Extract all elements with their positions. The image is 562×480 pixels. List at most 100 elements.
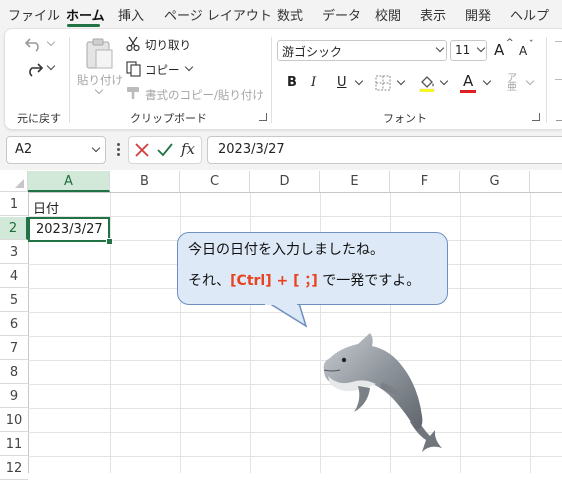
row-header-9[interactable]: 9 (0, 385, 28, 408)
alignment-launcher-icon[interactable] (556, 113, 562, 121)
font-color-dropdown-icon[interactable] (482, 76, 492, 86)
redo-dropdown-icon[interactable] (46, 61, 56, 71)
row-header-11[interactable]: 11 (0, 433, 28, 456)
column-header-c[interactable]: C (180, 171, 250, 192)
menu-bar: ファイル ホーム 挿入 ページ レイアウト 数式 データ 校閲 表示 開発 ヘル… (0, 0, 562, 27)
row-header-1[interactable]: 1 (0, 193, 28, 216)
tab-file[interactable]: ファイル (8, 5, 60, 24)
alignment-icon (555, 79, 562, 80)
shrink-font-arrow-icon: ˇ (529, 40, 534, 50)
column-header-d[interactable]: D (250, 171, 320, 192)
dolphin-image (323, 333, 442, 452)
copy-icon (126, 61, 141, 77)
row-header-2[interactable]: 2 (0, 217, 28, 240)
group-divider (546, 37, 547, 123)
enter-check-icon[interactable] (156, 142, 174, 158)
column-header-g[interactable]: G (460, 171, 530, 192)
format-painter-button[interactable]: 書式のコピー/貼り付け (145, 87, 264, 103)
name-box-value: A2 (15, 142, 33, 157)
font-color-button[interactable]: A (463, 72, 473, 90)
tab-review[interactable]: 校閲 (375, 5, 401, 24)
font-group-label: フォント (383, 112, 427, 125)
phonetic-guide-icon[interactable]: ア亜 (507, 74, 517, 93)
gridline (28, 360, 562, 361)
callout-line-1: 今日の日付を入力しましたね。 (188, 242, 384, 258)
callout-prefix: それ、 (188, 273, 231, 289)
cut-button[interactable]: 切り取り (145, 37, 191, 53)
header-divider (28, 192, 562, 193)
undo-group-label: 元に戻す (17, 112, 61, 125)
undo-icon[interactable] (23, 36, 45, 52)
tab-view[interactable]: 表示 (420, 5, 446, 24)
tab-developer[interactable]: 開発 (465, 5, 491, 24)
underline-dropdown-icon[interactable] (354, 76, 364, 86)
fill-color-icon[interactable] (418, 74, 436, 92)
paste-button[interactable]: 貼り付け (77, 72, 123, 88)
row-header-8[interactable]: 8 (0, 361, 28, 384)
gridline (28, 336, 562, 337)
name-box[interactable]: A2 (6, 136, 106, 164)
more-options-icon[interactable] (117, 143, 120, 157)
clipboard-launcher-icon[interactable] (259, 113, 267, 121)
undo-dropdown-icon[interactable] (46, 37, 56, 47)
clipboard-group-label: クリップボード (130, 112, 207, 125)
gridline (28, 432, 562, 433)
tab-data[interactable]: データ (322, 5, 361, 24)
formula-input[interactable]: 2023/3/27 (207, 136, 562, 164)
underline-button[interactable]: U (337, 75, 347, 90)
alignment-icon (555, 41, 562, 42)
grow-font-button[interactable]: A (494, 41, 504, 59)
row-header-10[interactable]: 10 (0, 409, 28, 432)
bold-button[interactable]: B (287, 75, 297, 90)
row-header-6[interactable]: 6 (0, 313, 28, 336)
shrink-font-button[interactable]: A (519, 44, 527, 58)
callout-tail-join (265, 303, 297, 305)
scissors-icon (126, 36, 140, 52)
gridline (530, 193, 531, 473)
row-header-5[interactable]: 5 (0, 289, 28, 312)
font-name-select[interactable]: 游ゴシック (277, 40, 447, 61)
font-launcher-icon[interactable] (532, 113, 540, 121)
callout-suffix: で一発ですよ。 (317, 273, 421, 289)
column-header-b[interactable]: B (110, 171, 180, 192)
italic-button[interactable]: I (311, 75, 316, 90)
tab-formulas[interactable]: 数式 (277, 5, 303, 24)
redo-icon[interactable] (23, 61, 45, 77)
row-header-7[interactable]: 7 (0, 337, 28, 360)
grow-font-arrow-icon: ^ (506, 38, 514, 48)
copy-dropdown-icon[interactable] (184, 62, 194, 72)
insert-function-button[interactable]: fx (181, 140, 195, 158)
tab-help[interactable]: ヘルプ (510, 5, 549, 24)
cell-a2[interactable]: 2023/3/27 (36, 222, 103, 237)
borders-dropdown-icon[interactable] (396, 76, 406, 86)
copy-button[interactable]: コピー (145, 62, 180, 78)
paste-icon[interactable] (82, 37, 116, 71)
phonetic-dropdown-icon[interactable] (525, 76, 535, 86)
tab-page-layout[interactable]: ページ レイアウト (164, 5, 272, 24)
callout-line-2: それ、[Ctrl] + [ ；] で一発ですよ。 (188, 270, 420, 290)
fill-color-dropdown-icon[interactable] (439, 76, 449, 86)
format-painter-icon (127, 87, 139, 99)
gridline (110, 193, 111, 473)
row-header-12[interactable]: 12 (0, 457, 28, 480)
column-header-e[interactable]: E (320, 171, 390, 192)
cell-a1[interactable]: 日付 (33, 198, 59, 217)
font-color-bar (460, 90, 476, 93)
row-header-3[interactable]: 3 (0, 241, 28, 264)
row-header-4[interactable]: 4 (0, 265, 28, 288)
gridline (28, 456, 562, 457)
gridline (28, 384, 562, 385)
column-header-a[interactable]: A (28, 171, 110, 192)
select-all-button[interactable] (0, 171, 28, 192)
tab-insert[interactable]: 挿入 (118, 5, 144, 24)
ribbon: 元に戻す 貼り付け 切り取り コピー 書式のコピー/貼り付け クリップボード 游… (4, 28, 562, 130)
borders-icon[interactable] (375, 75, 391, 91)
callout-shortcut: [Ctrl] + [ ；] (230, 273, 318, 289)
cancel-icon[interactable] (134, 142, 150, 158)
gridline (28, 408, 562, 409)
column-header-f[interactable]: F (390, 171, 460, 192)
group-divider (271, 37, 272, 123)
tab-home[interactable]: ホーム (66, 5, 105, 24)
fill-handle[interactable] (106, 238, 113, 245)
group-divider (69, 37, 70, 123)
